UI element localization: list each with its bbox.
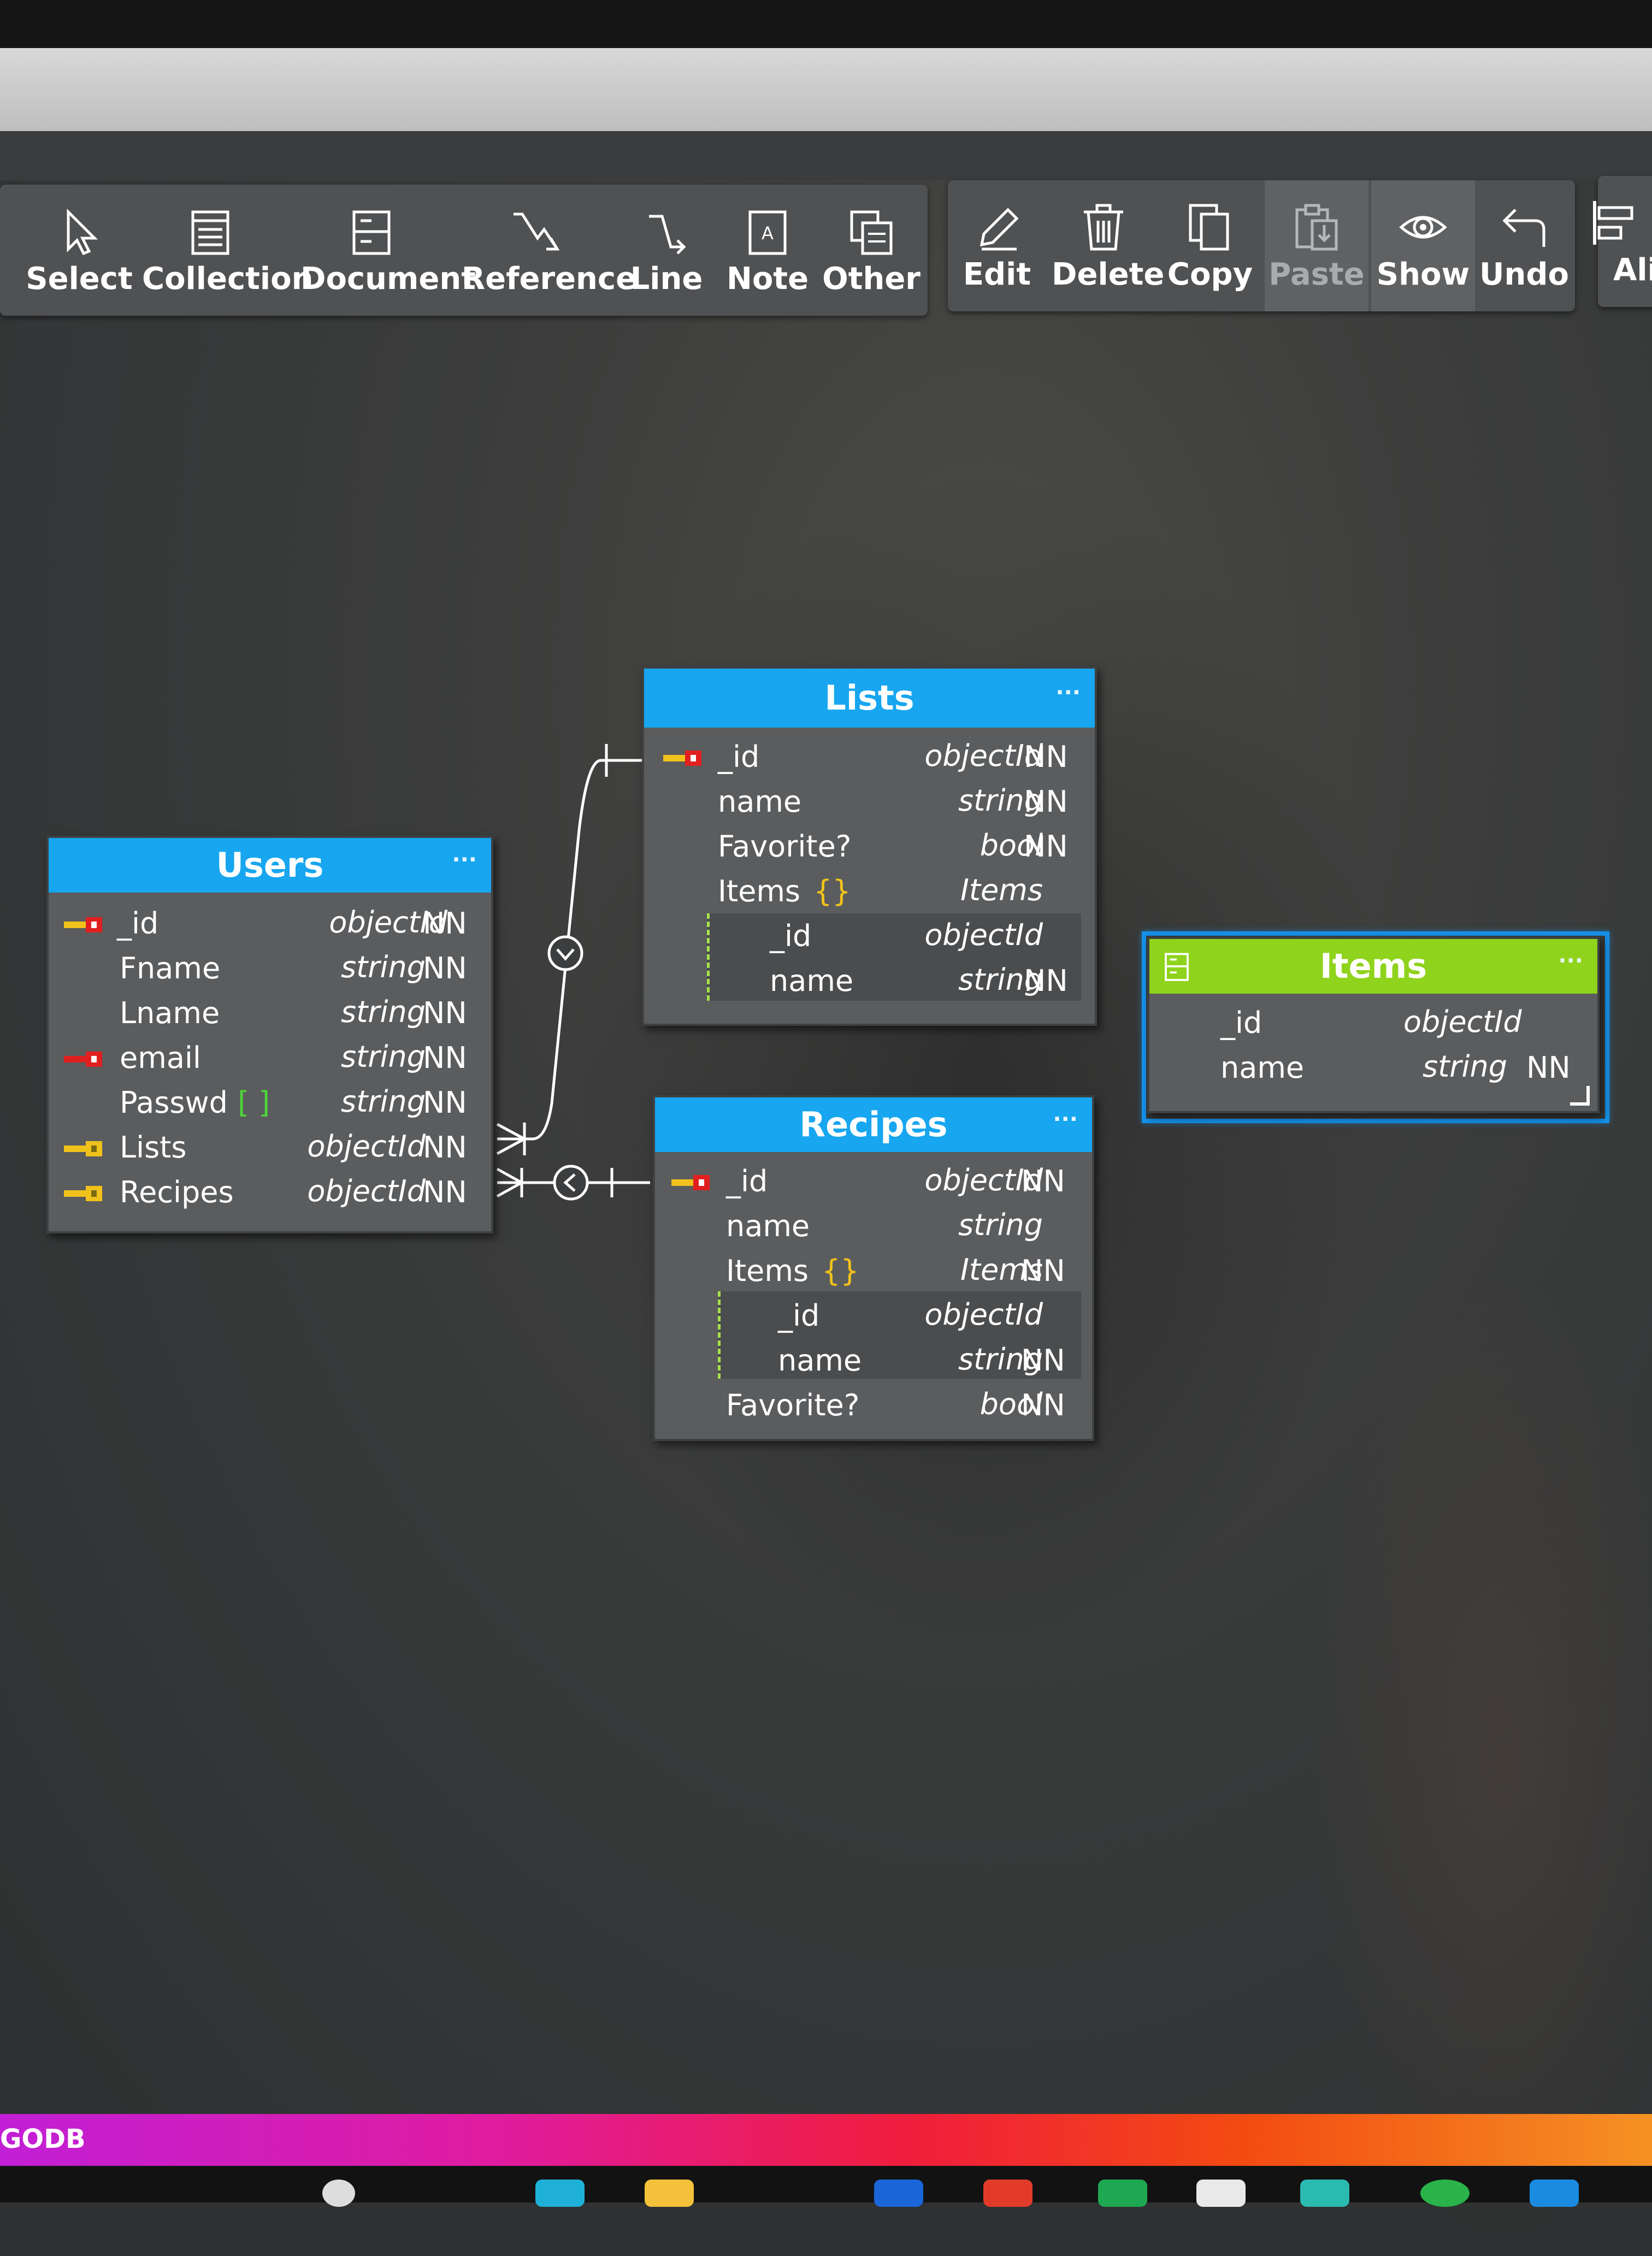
edge-icon[interactable]: [535, 2180, 585, 2207]
reference-icon: [509, 205, 562, 258]
users-collection[interactable]: Users ··· _id objectId NN Fname string NN…: [46, 836, 493, 1233]
taskbar-app-label: GODB: [0, 2124, 86, 2154]
foreign-key-icon: [64, 1141, 102, 1156]
field-row[interactable]: Items{} Items: [644, 869, 1095, 913]
taskbar: GODB: [0, 2114, 1652, 2166]
delete-button[interactable]: Delete: [1052, 180, 1164, 311]
field-row[interactable]: _id objectId: [1149, 1000, 1597, 1045]
edit-button[interactable]: Edit: [948, 180, 1046, 311]
app-icon[interactable]: [1196, 2180, 1246, 2207]
field-row[interactable]: _id objectId: [655, 1293, 1092, 1338]
toolbar-insert-group: Select Collection Document Reference Lin…: [0, 185, 928, 316]
field-row[interactable]: Favorite? bool NN: [644, 824, 1095, 869]
resize-handle[interactable]: [1570, 1086, 1590, 1106]
foreign-key-icon: [64, 1186, 102, 1201]
app-icon[interactable]: [1420, 2180, 1470, 2207]
line-icon: [640, 205, 693, 258]
eye-icon: [1397, 201, 1449, 253]
object-icon: {}: [813, 874, 851, 908]
field-row[interactable]: Lname string NN: [49, 990, 491, 1035]
note-icon: A: [741, 205, 794, 258]
more-icon[interactable]: ···: [1055, 663, 1081, 722]
align-icon: [1588, 197, 1641, 249]
app-icon[interactable]: [1098, 2180, 1147, 2207]
folder-icon[interactable]: [645, 2180, 694, 2207]
document-button[interactable]: Document: [300, 185, 476, 316]
app-icon[interactable]: [1530, 2180, 1579, 2207]
field-row[interactable]: Recipes objectId NN: [49, 1170, 491, 1214]
field-row[interactable]: Favorite? bool NN: [655, 1383, 1092, 1427]
recipes-header[interactable]: Recipes ···: [655, 1097, 1092, 1152]
more-icon[interactable]: ···: [1053, 1092, 1078, 1147]
more-icon[interactable]: ···: [1558, 934, 1583, 988]
undo-icon: [1498, 201, 1550, 253]
field-row[interactable]: Fname string NN: [49, 946, 491, 990]
collection-icon: [184, 205, 237, 258]
collection-button[interactable]: Collection: [142, 185, 313, 316]
object-icon: {}: [822, 1254, 859, 1288]
search-icon[interactable]: [322, 2180, 355, 2207]
items-header[interactable]: Items ···: [1149, 939, 1597, 994]
primary-key-icon: [671, 1175, 710, 1190]
pointer-icon: [53, 205, 105, 258]
document-icon: [1165, 953, 1189, 981]
pencil-icon: [971, 201, 1023, 253]
field-row[interactable]: Items{} Items NN: [655, 1248, 1092, 1293]
app-icon[interactable]: [983, 2180, 1032, 2207]
lists-collection[interactable]: Lists ··· _id objectId NN name string NN …: [642, 666, 1097, 1026]
trash-icon: [1077, 201, 1130, 253]
paste-icon: [1290, 201, 1343, 253]
monitor-bottom-bezel: [0, 2166, 1652, 2202]
lists-header[interactable]: Lists ···: [644, 669, 1095, 728]
field-row[interactable]: Lists objectId NN: [49, 1125, 491, 1170]
field-row[interactable]: name string NN: [644, 958, 1095, 1003]
toolbar-edit-group: Edit Delete Copy Paste Show Undo: [948, 180, 1575, 311]
toolbar-align-group: Ali: [1593, 176, 1652, 307]
window-titlebar: [0, 48, 1652, 135]
field-row[interactable]: _id objectId NN: [49, 901, 491, 946]
other-icon: [845, 205, 898, 258]
field-row[interactable]: _id objectId: [644, 913, 1095, 958]
field-row[interactable]: email string NN: [49, 1035, 491, 1080]
more-icon[interactable]: ···: [452, 832, 477, 887]
show-button[interactable]: Show: [1371, 180, 1475, 311]
monitor-bezel: [0, 0, 1652, 55]
menu-strip: [0, 131, 1652, 186]
primary-key-icon: [64, 917, 102, 932]
svg-text:A: A: [762, 223, 774, 244]
document-icon: [345, 205, 398, 258]
paste-button[interactable]: Paste: [1265, 180, 1368, 311]
undo-button[interactable]: Undo: [1475, 180, 1573, 311]
unique-key-icon: [64, 1052, 102, 1067]
items-document[interactable]: Items ··· _id objectId name string NN: [1147, 937, 1600, 1113]
note-button[interactable]: A Note: [718, 185, 817, 316]
select-button[interactable]: Select: [11, 185, 148, 316]
field-row[interactable]: name string NN: [1149, 1045, 1597, 1090]
align-button[interactable]: Ali: [1593, 176, 1652, 307]
field-row[interactable]: _id objectId NN: [644, 734, 1095, 779]
field-row[interactable]: Passwd[ ] string NN: [49, 1080, 491, 1125]
copy-icon: [1184, 201, 1236, 253]
recipes-collection[interactable]: Recipes ··· _id objectId NN name string I…: [653, 1095, 1094, 1441]
other-button[interactable]: Other: [819, 185, 923, 316]
field-row[interactable]: name string NN: [655, 1338, 1092, 1383]
primary-key-icon: [663, 751, 701, 766]
users-header[interactable]: Users ···: [49, 838, 491, 893]
copy-button[interactable]: Copy: [1158, 180, 1262, 311]
field-row[interactable]: name string NN: [644, 779, 1095, 824]
app-icon[interactable]: [874, 2180, 923, 2207]
reference-button[interactable]: Reference: [462, 185, 636, 316]
field-row[interactable]: _id objectId NN: [655, 1159, 1092, 1203]
field-row[interactable]: name string: [655, 1203, 1092, 1248]
line-button[interactable]: Line: [617, 185, 716, 316]
app-icon[interactable]: [1300, 2180, 1349, 2207]
